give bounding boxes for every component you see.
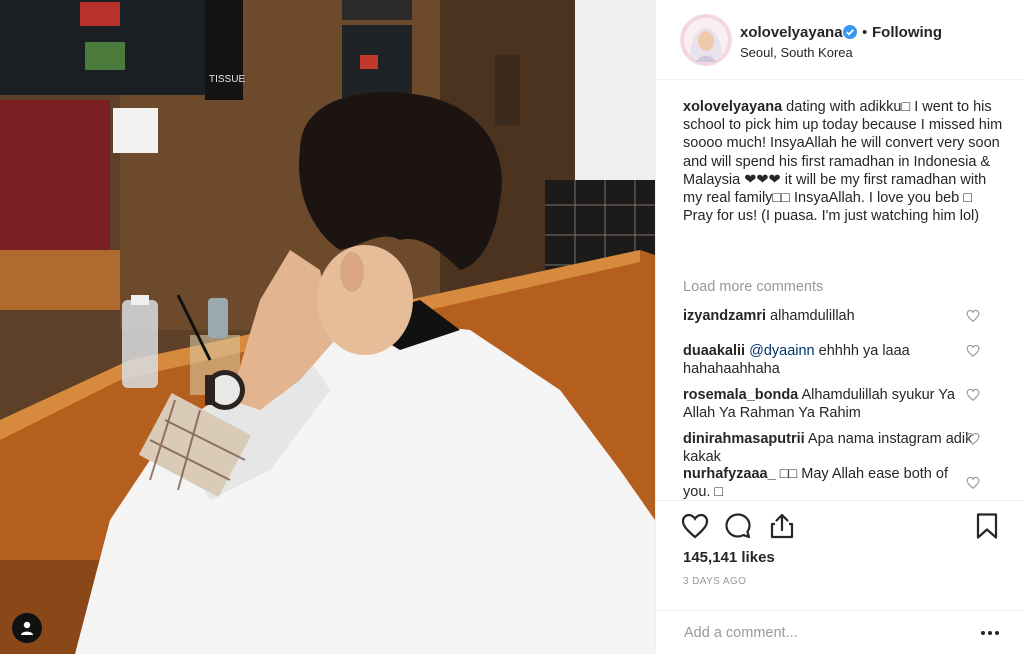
post-side-panel: xolovelyayana • Following Seoul, South K… <box>655 0 1024 654</box>
more-dots-icon[interactable] <box>978 621 1002 645</box>
caption-username[interactable]: xolovelyayana <box>683 99 782 115</box>
comment-item: dinirahmasaputrii Apa nama instagram adi… <box>683 430 978 466</box>
comment-like-icon[interactable] <box>966 388 980 402</box>
comment-username[interactable]: duaakalii <box>683 343 745 359</box>
user-profile-button[interactable] <box>12 613 42 643</box>
post-photo-illustration: TISSUE <box>0 0 655 654</box>
comment-item: rosemala_bonda Alhamdulillah syukur Ya A… <box>683 386 978 422</box>
bookmark-icon[interactable] <box>972 511 1002 541</box>
comment-item: nurhafyzaaa_ □□ May Allah ease both of y… <box>683 465 978 500</box>
post-timestamp[interactable]: 3 DAYS AGO <box>683 576 746 587</box>
share-upload-icon[interactable] <box>767 511 797 541</box>
comment-item: izyandzamri alhamdulillah <box>683 307 978 325</box>
avatar-image <box>680 14 732 66</box>
comment-like-icon[interactable] <box>966 476 980 490</box>
post-username[interactable]: xolovelyayana <box>740 24 843 41</box>
load-more-comments-link[interactable]: Load more comments <box>683 279 823 295</box>
comment-username[interactable]: dinirahmasaputrii <box>683 431 805 447</box>
heart-outline-icon[interactable] <box>680 511 710 541</box>
post-caption: xolovelyayana dating with adikku□ I went… <box>683 98 1003 225</box>
verified-badge-icon <box>843 25 857 39</box>
post-photo[interactable]: TISSUE <box>0 0 655 654</box>
header-separator: • <box>862 24 868 41</box>
comment-item: duaakalii @dyaainn ehhhh ya laaa hahahaa… <box>683 342 978 378</box>
post-actions: 145,141 likes 3 DAYS AGO <box>656 500 1024 610</box>
comment-username[interactable]: rosemala_bonda <box>683 387 798 403</box>
comment-like-icon[interactable] <box>966 309 980 323</box>
comment-like-icon[interactable] <box>966 344 980 358</box>
comment-like-icon[interactable] <box>966 432 980 446</box>
comment-username[interactable]: izyandzamri <box>683 308 766 324</box>
add-comment-input[interactable] <box>682 619 946 647</box>
add-comment-bar <box>656 610 1024 654</box>
speech-bubble-icon[interactable] <box>723 511 753 541</box>
user-profile-icon <box>21 621 33 635</box>
comment-mention-link[interactable]: @dyaainn <box>749 343 815 359</box>
comments-list[interactable]: xolovelyayana dating with adikku□ I went… <box>656 80 1024 500</box>
caption-text: dating with adikku□ I went to his school… <box>683 99 1003 225</box>
comment-text: alhamdulillah <box>766 308 855 324</box>
following-button[interactable]: Following <box>872 24 942 41</box>
tissue-sign-text: TISSUE <box>209 74 245 85</box>
likes-count[interactable]: 145,141 likes <box>683 549 775 566</box>
avatar[interactable] <box>680 14 732 66</box>
comment-username[interactable]: nurhafyzaaa_ <box>683 466 776 482</box>
post-header: xolovelyayana • Following Seoul, South K… <box>656 0 1024 80</box>
post-location[interactable]: Seoul, South Korea <box>740 45 853 60</box>
